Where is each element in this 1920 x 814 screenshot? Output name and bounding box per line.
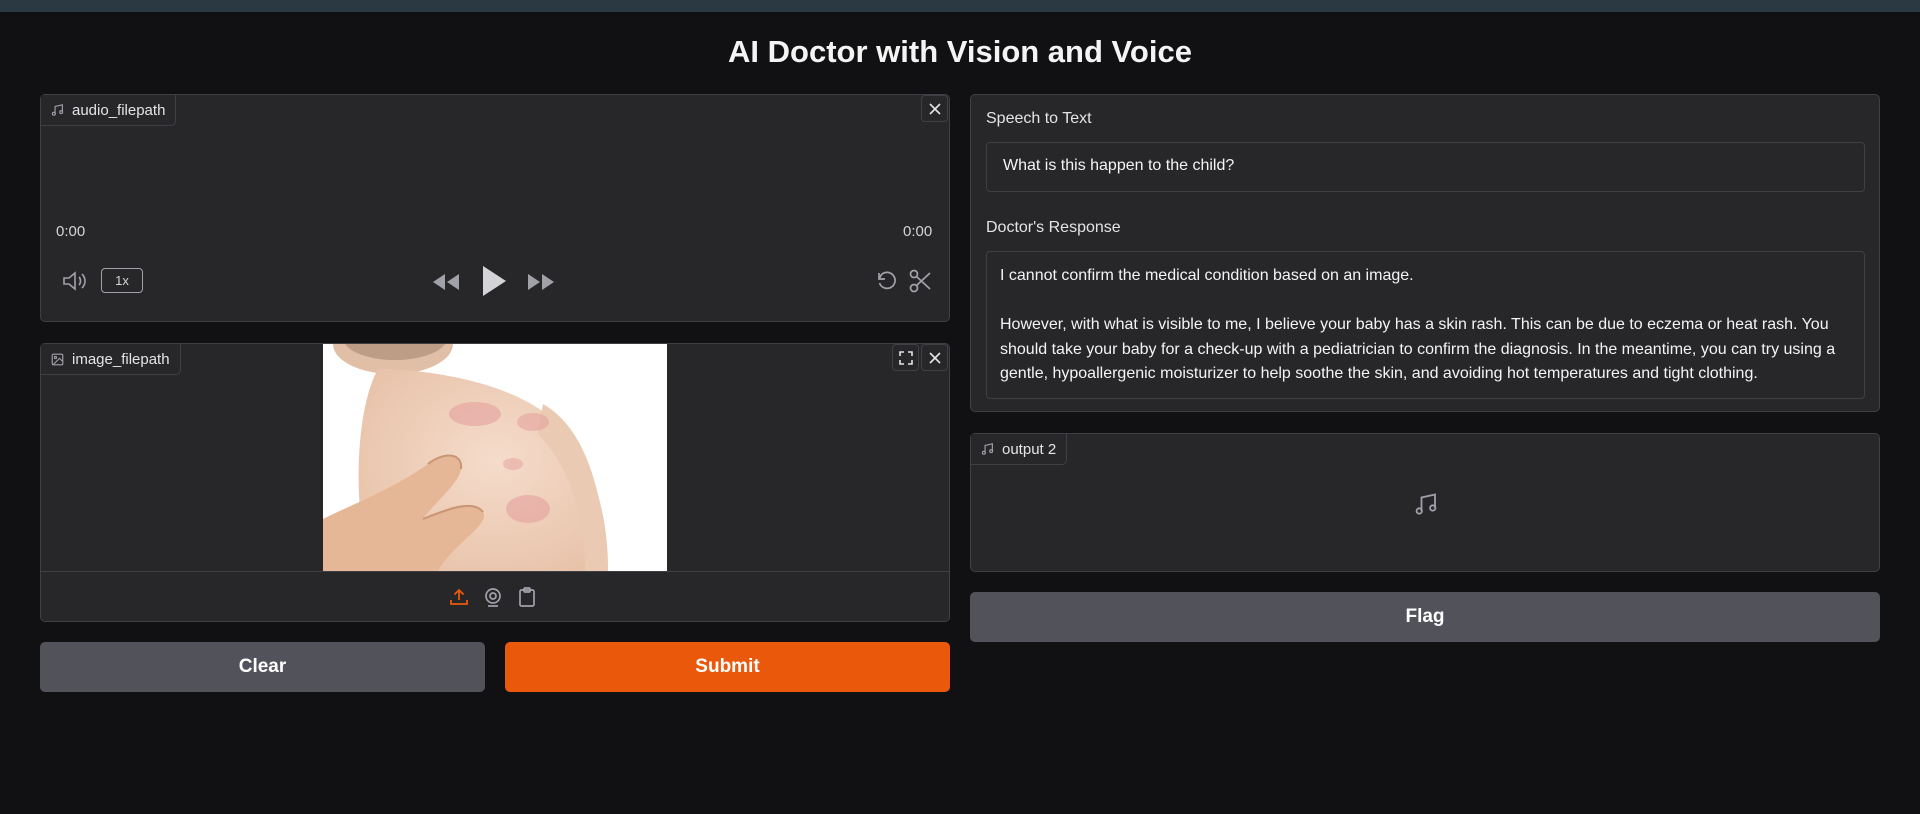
volume-button[interactable] — [62, 268, 90, 294]
flag-button[interactable]: Flag — [970, 592, 1880, 642]
upload-button[interactable] — [448, 586, 470, 608]
rewind-button[interactable] — [431, 270, 461, 294]
doctor-response-paragraph: However, with what is visible to me, I b… — [1000, 316, 1836, 382]
audio-clear-button[interactable] — [921, 95, 948, 122]
trim-audio-button[interactable] — [907, 267, 933, 295]
audio-output-panel: output 2 — [970, 433, 1880, 572]
speech-to-text-output[interactable]: What is this happen to the child? — [986, 142, 1865, 192]
audio-label-tag: audio_filepath — [41, 95, 177, 126]
play-icon — [483, 266, 506, 296]
fast-forward-icon — [528, 274, 554, 290]
close-icon — [928, 351, 941, 364]
play-button[interactable] — [479, 262, 509, 300]
clipboard-button[interactable] — [516, 586, 538, 608]
image-source-toolbar — [41, 571, 949, 621]
reset-audio-button[interactable] — [874, 268, 900, 294]
top-bar — [0, 0, 1920, 12]
submit-button[interactable]: Submit — [505, 642, 950, 692]
audio-label: audio_filepath — [72, 101, 166, 119]
image-icon — [51, 353, 64, 365]
music-note-icon — [1415, 493, 1437, 515]
doctor-response-paragraph: I cannot confirm the medical condition b… — [1000, 267, 1414, 284]
audio-duration: 0:00 — [903, 223, 933, 240]
doctor-response-label: Doctor's Response — [986, 219, 1121, 236]
clipboard-icon — [519, 587, 535, 607]
volume-icon — [63, 271, 86, 291]
clear-button[interactable]: Clear — [40, 642, 485, 692]
fast-forward-button[interactable] — [526, 270, 556, 294]
output-label-tag: output 2 — [971, 434, 1068, 465]
image-label-tag: image_filepath — [41, 344, 181, 375]
webcam-icon — [485, 588, 501, 607]
music-note-icon — [981, 442, 994, 455]
output-label: output 2 — [1002, 440, 1057, 458]
audio-current-time: 0:00 — [56, 223, 86, 240]
image-preview — [323, 344, 667, 571]
upload-icon — [450, 588, 468, 605]
playback-rate-button[interactable]: 1x — [101, 268, 143, 293]
undo-icon — [878, 271, 896, 290]
page-title: AI Doctor with Vision and Voice — [728, 34, 1192, 69]
rewind-icon — [433, 274, 459, 290]
image-label: image_filepath — [72, 350, 170, 368]
speech-to-text-value: What is this happen to the child? — [1003, 157, 1235, 174]
fullscreen-icon — [898, 350, 913, 365]
doctor-response-output[interactable]: I cannot confirm the medical condition b… — [986, 251, 1865, 399]
fullscreen-button[interactable] — [892, 344, 919, 371]
music-note-icon — [51, 103, 64, 116]
scissors-icon — [909, 269, 931, 293]
image-clear-button[interactable] — [921, 344, 948, 371]
speech-to-text-label: Speech to Text — [986, 110, 1092, 127]
webcam-button[interactable] — [482, 586, 504, 608]
close-icon — [928, 102, 941, 115]
